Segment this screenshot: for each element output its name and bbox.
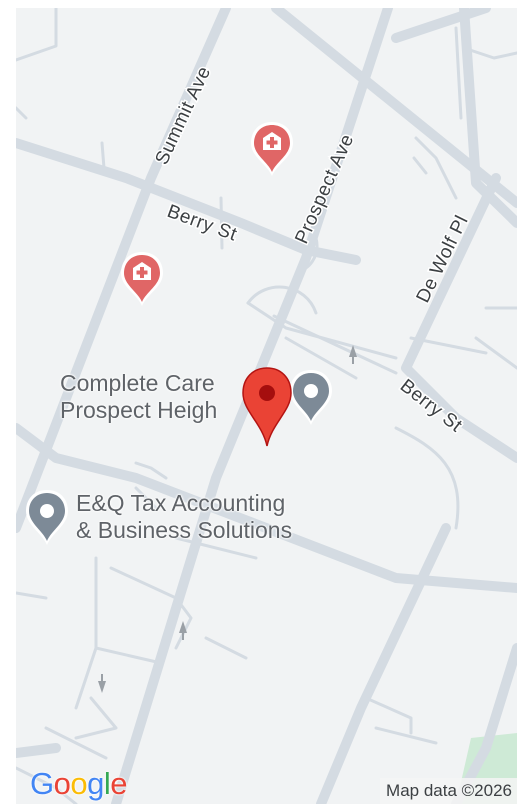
google-logo[interactable]: Google [30, 766, 128, 802]
place-label-line: & Business Solutions [76, 517, 293, 543]
hospital-icon [251, 122, 293, 176]
selected-location-pin[interactable] [240, 366, 294, 453]
logo-letter: g [87, 766, 104, 801]
place-label-eq-tax[interactable]: E&Q Tax Accounting & Business Solutions [76, 490, 292, 544]
map-attribution[interactable]: Map data ©2026 [380, 778, 517, 804]
street-label-berry-st-lower: Berry St [396, 375, 466, 436]
hospital-marker-2[interactable] [118, 250, 166, 313]
hospital-icon [121, 252, 163, 306]
map-canvas[interactable]: Summit Ave Prospect Ave Berry St Berry S… [16, 8, 517, 804]
place-label-line: Prospect Heigh [60, 397, 218, 423]
logo-letter: o [53, 766, 71, 801]
logo-letter: o [70, 766, 88, 801]
logo-letter: e [110, 766, 128, 801]
place-label-line: Complete Care [60, 370, 215, 396]
hospital-marker-1[interactable] [248, 120, 296, 183]
place-label-line: E&Q Tax Accounting [76, 490, 286, 516]
logo-letter: G [30, 766, 54, 801]
street-label-summit-ave: Summit Ave [151, 63, 215, 168]
red-location-pin-icon [242, 367, 292, 447]
street-label-prospect-ave: Prospect Ave [291, 131, 358, 247]
place-pin-icon [26, 490, 68, 545]
eq-tax-pin[interactable] [22, 488, 72, 553]
place-label-complete-care[interactable]: Complete Care Prospect Heigh [60, 370, 217, 424]
